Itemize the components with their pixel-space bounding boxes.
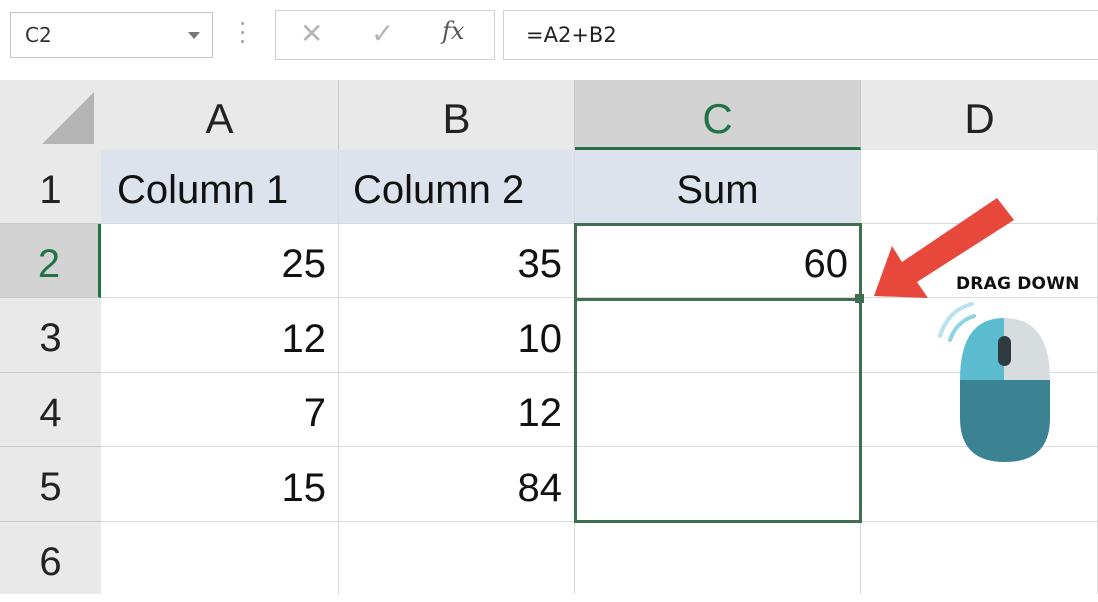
row-header-4[interactable]: 4 (0, 373, 101, 447)
insert-function-icon[interactable]: fx (442, 17, 464, 45)
select-all-button[interactable] (0, 80, 101, 150)
cell-c1[interactable]: Sum (575, 150, 861, 224)
formula-input[interactable]: =A2+B2 (503, 10, 1098, 60)
row-header-2[interactable]: 2 (0, 224, 101, 298)
cell-b3[interactable]: 10 (339, 298, 575, 373)
formula-text: =A2+B2 (526, 23, 617, 47)
cell-c4[interactable] (575, 373, 861, 447)
cell-a2[interactable]: 25 (101, 224, 339, 298)
row-header-3[interactable]: 3 (0, 298, 101, 373)
drag-handle-icon[interactable] (241, 22, 245, 46)
formula-buttons: ✕ ✓ fx (275, 10, 495, 60)
checkmark-icon[interactable]: ✓ (371, 17, 394, 50)
drag-down-label: DRAG DOWN (956, 274, 1080, 294)
cell-a5[interactable]: 15 (101, 447, 339, 522)
column-header-c[interactable]: C (575, 80, 861, 150)
row-header-1[interactable]: 1 (0, 150, 101, 224)
chevron-down-icon[interactable] (188, 32, 200, 39)
cell-c2[interactable]: 60 (575, 224, 861, 298)
name-box-value: C2 (25, 23, 52, 47)
row-header-5[interactable]: 5 (0, 447, 101, 522)
computer-mouse-icon (938, 302, 1050, 462)
column-header-b[interactable]: B (339, 80, 575, 150)
column-header-d[interactable]: D (861, 80, 1098, 150)
formula-bar-area: C2 ✕ ✓ fx =A2+B2 (0, 0, 1098, 80)
cell-b6[interactable] (339, 522, 575, 594)
name-box[interactable]: C2 (10, 12, 213, 58)
cell-b4[interactable]: 12 (339, 373, 575, 447)
cell-d6[interactable] (861, 522, 1098, 594)
column-header-a[interactable]: A (101, 80, 339, 150)
cell-a6[interactable] (101, 522, 339, 594)
cell-b1[interactable]: Column 2 (339, 150, 575, 224)
cell-a1[interactable]: Column 1 (101, 150, 339, 224)
cell-c6[interactable] (575, 522, 861, 594)
cancel-icon[interactable]: ✕ (300, 17, 323, 50)
cell-b5[interactable]: 84 (339, 447, 575, 522)
cell-a3[interactable]: 12 (101, 298, 339, 373)
cell-c5[interactable] (575, 447, 861, 522)
cell-b2[interactable]: 35 (339, 224, 575, 298)
cell-a4[interactable]: 7 (101, 373, 339, 447)
row-header-6[interactable]: 6 (0, 522, 101, 594)
select-all-icon (42, 92, 94, 144)
cell-c3[interactable] (575, 298, 861, 373)
